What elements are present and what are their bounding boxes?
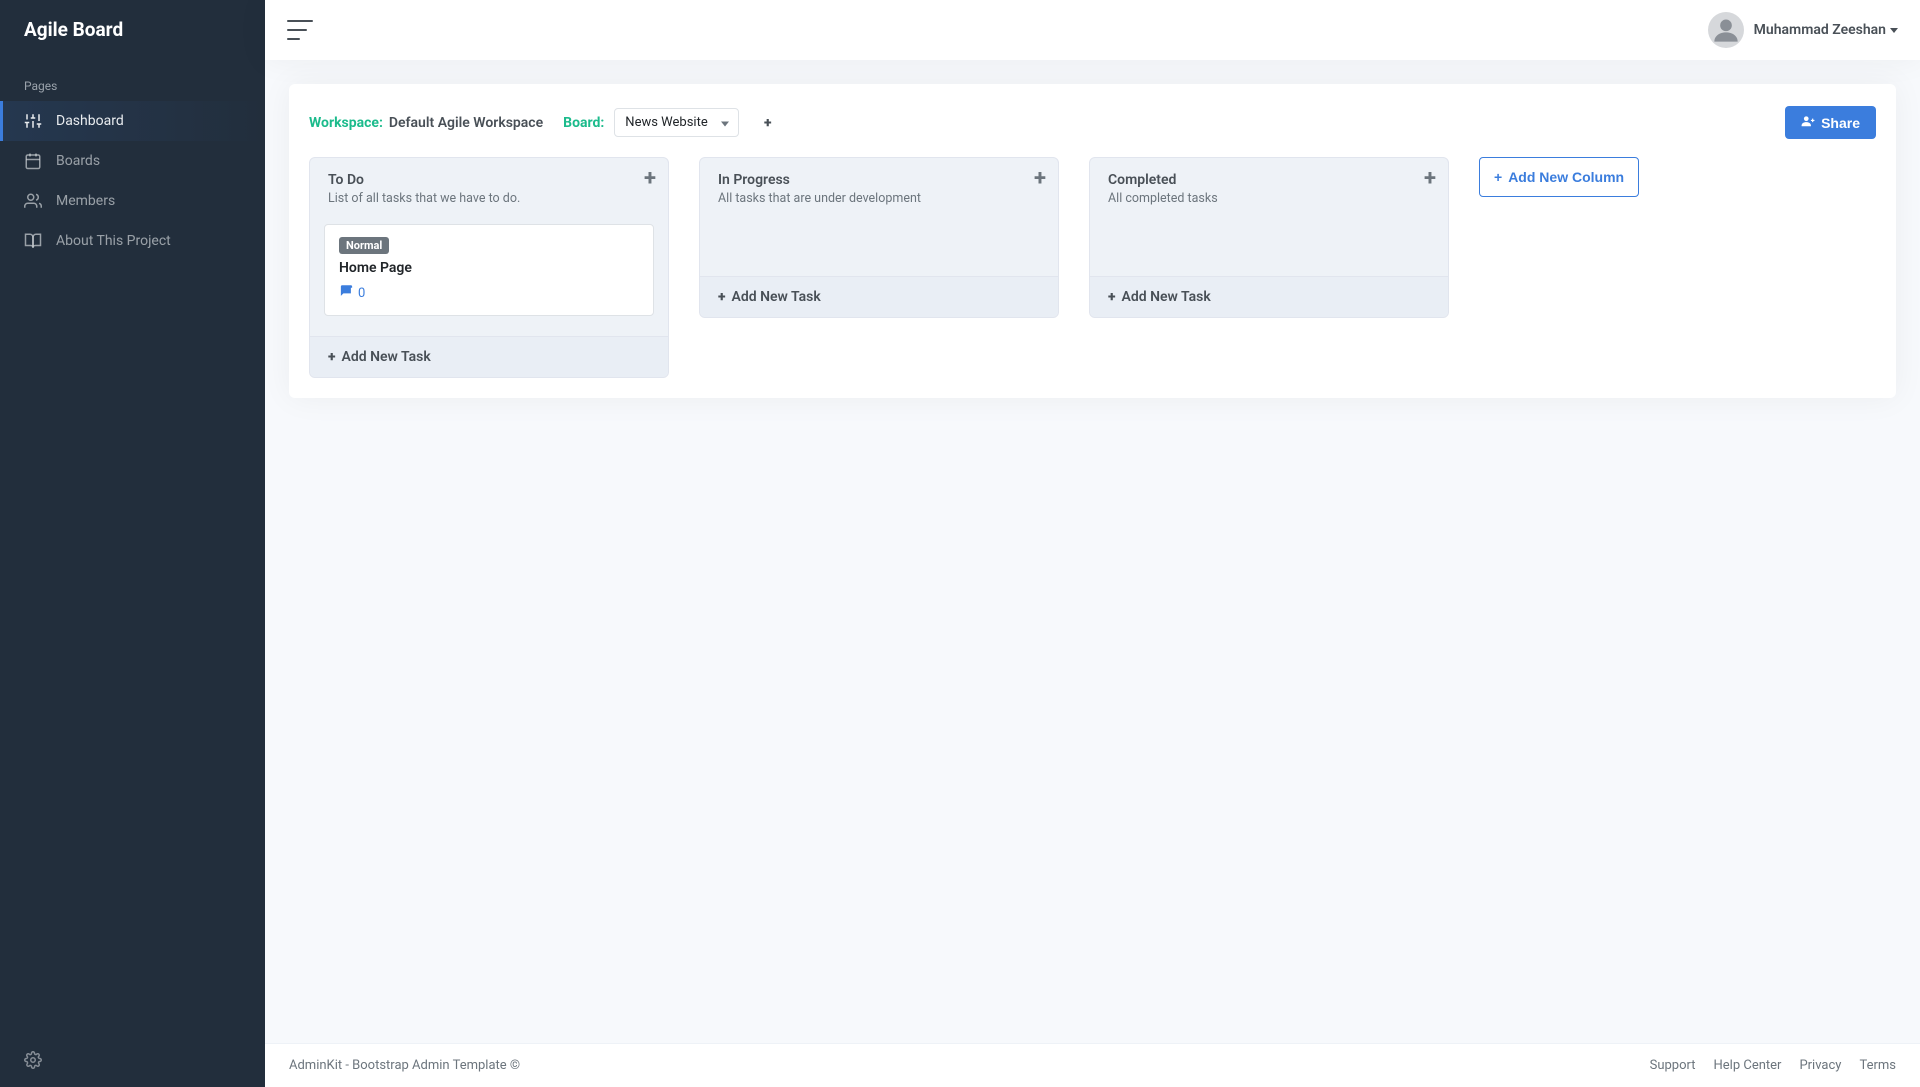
board-panel: Workspace: Default Agile Workspace Board…: [289, 84, 1896, 398]
comments-icon: [339, 284, 354, 303]
share-button-label: Share: [1821, 115, 1860, 131]
sidebar-item-boards[interactable]: Boards: [0, 141, 265, 181]
gear-icon[interactable]: [24, 1051, 42, 1069]
column-add-icon[interactable]: +: [1424, 168, 1436, 190]
add-board-button[interactable]: +: [755, 110, 781, 136]
sidebar-item-members[interactable]: Members: [0, 181, 265, 221]
column-title: To Do: [328, 172, 650, 188]
sidebar-item-label: Members: [56, 193, 115, 209]
footer-link-terms[interactable]: Terms: [1859, 1058, 1896, 1073]
add-column-label: Add New Column: [1508, 169, 1624, 185]
user-plus-icon: [1801, 114, 1815, 131]
task-card[interactable]: Normal Home Page 0: [324, 224, 654, 316]
column-title: Completed: [1108, 172, 1430, 188]
footer-link-help[interactable]: Help Center: [1714, 1058, 1782, 1073]
add-task-button[interactable]: + Add New Task: [310, 336, 668, 377]
menu-toggle-icon[interactable]: [287, 20, 313, 40]
sidebar: Agile Board Pages Dashboard Boards Membe…: [0, 0, 265, 1087]
footer-link-privacy[interactable]: Privacy: [1799, 1058, 1841, 1073]
column-add-icon[interactable]: +: [1034, 168, 1046, 190]
board-label: Board:: [563, 115, 604, 131]
columns-container: To Do List of all tasks that we have to …: [309, 157, 1876, 378]
avatar[interactable]: [1708, 12, 1744, 48]
add-column-button[interactable]: + Add New Column: [1479, 157, 1639, 197]
column-in-progress: In Progress All tasks that are under dev…: [699, 157, 1059, 318]
share-button[interactable]: Share: [1785, 106, 1876, 139]
add-task-label: Add New Task: [1121, 289, 1210, 305]
user-name: Muhammad Zeeshan: [1754, 22, 1886, 38]
column-subtitle: All tasks that are under development: [718, 191, 1040, 206]
sidebar-item-about[interactable]: About This Project: [0, 221, 265, 261]
users-icon: [24, 192, 42, 210]
board-select[interactable]: News Website: [614, 108, 738, 137]
footer: AdminKit - Bootstrap Admin Template © Su…: [265, 1043, 1920, 1087]
chevron-down-icon: [1890, 28, 1898, 33]
column-todo: To Do List of all tasks that we have to …: [309, 157, 669, 378]
sidebar-item-label: About This Project: [56, 233, 171, 249]
plus-icon: +: [1494, 169, 1502, 185]
workspace-label: Workspace:: [309, 115, 383, 131]
main: Muhammad Zeeshan Workspace: Default Agil…: [265, 0, 1920, 1087]
chevron-down-icon: [721, 121, 729, 126]
brand-title[interactable]: Agile Board: [0, 0, 265, 59]
sidebar-item-label: Boards: [56, 153, 100, 169]
plus-icon: +: [764, 115, 771, 131]
board-header: Workspace: Default Agile Workspace Board…: [309, 106, 1876, 139]
task-comments[interactable]: 0: [339, 284, 639, 303]
topbar: Muhammad Zeeshan: [265, 0, 1920, 60]
footer-links: Support Help Center Privacy Terms: [1650, 1058, 1896, 1073]
sliders-icon: [24, 112, 42, 130]
column-completed: Completed All completed tasks + + Add Ne…: [1089, 157, 1449, 318]
column-title: In Progress: [718, 172, 1040, 188]
task-priority-badge: Normal: [339, 237, 389, 254]
workspace-name: Default Agile Workspace: [389, 115, 543, 131]
add-task-label: Add New Task: [731, 289, 820, 305]
calendar-icon: [24, 152, 42, 170]
task-title: Home Page: [339, 260, 639, 276]
add-task-button[interactable]: + Add New Task: [1090, 276, 1448, 317]
content: Workspace: Default Agile Workspace Board…: [265, 60, 1920, 1043]
task-comments-count: 0: [358, 286, 365, 301]
plus-icon: +: [718, 289, 725, 305]
plus-icon: +: [328, 349, 335, 365]
sidebar-section-label: Pages: [0, 59, 265, 101]
footer-brand-link[interactable]: AdminKit: [289, 1058, 342, 1073]
plus-icon: +: [1108, 289, 1115, 305]
column-subtitle: All completed tasks: [1108, 191, 1430, 206]
user-dropdown[interactable]: Muhammad Zeeshan: [1754, 22, 1898, 38]
book-icon: [24, 232, 42, 250]
footer-left: AdminKit - Bootstrap Admin Template ©: [289, 1058, 520, 1073]
footer-text: - Bootstrap Admin Template ©: [342, 1058, 520, 1073]
sidebar-item-label: Dashboard: [56, 113, 124, 129]
add-task-button[interactable]: + Add New Task: [700, 276, 1058, 317]
column-subtitle: List of all tasks that we have to do.: [328, 191, 650, 206]
sidebar-footer: [0, 1037, 265, 1087]
add-task-label: Add New Task: [341, 349, 430, 365]
column-add-icon[interactable]: +: [644, 168, 656, 190]
footer-link-support[interactable]: Support: [1650, 1058, 1696, 1073]
sidebar-item-dashboard[interactable]: Dashboard: [0, 101, 265, 141]
board-selected-value: News Website: [625, 115, 707, 130]
